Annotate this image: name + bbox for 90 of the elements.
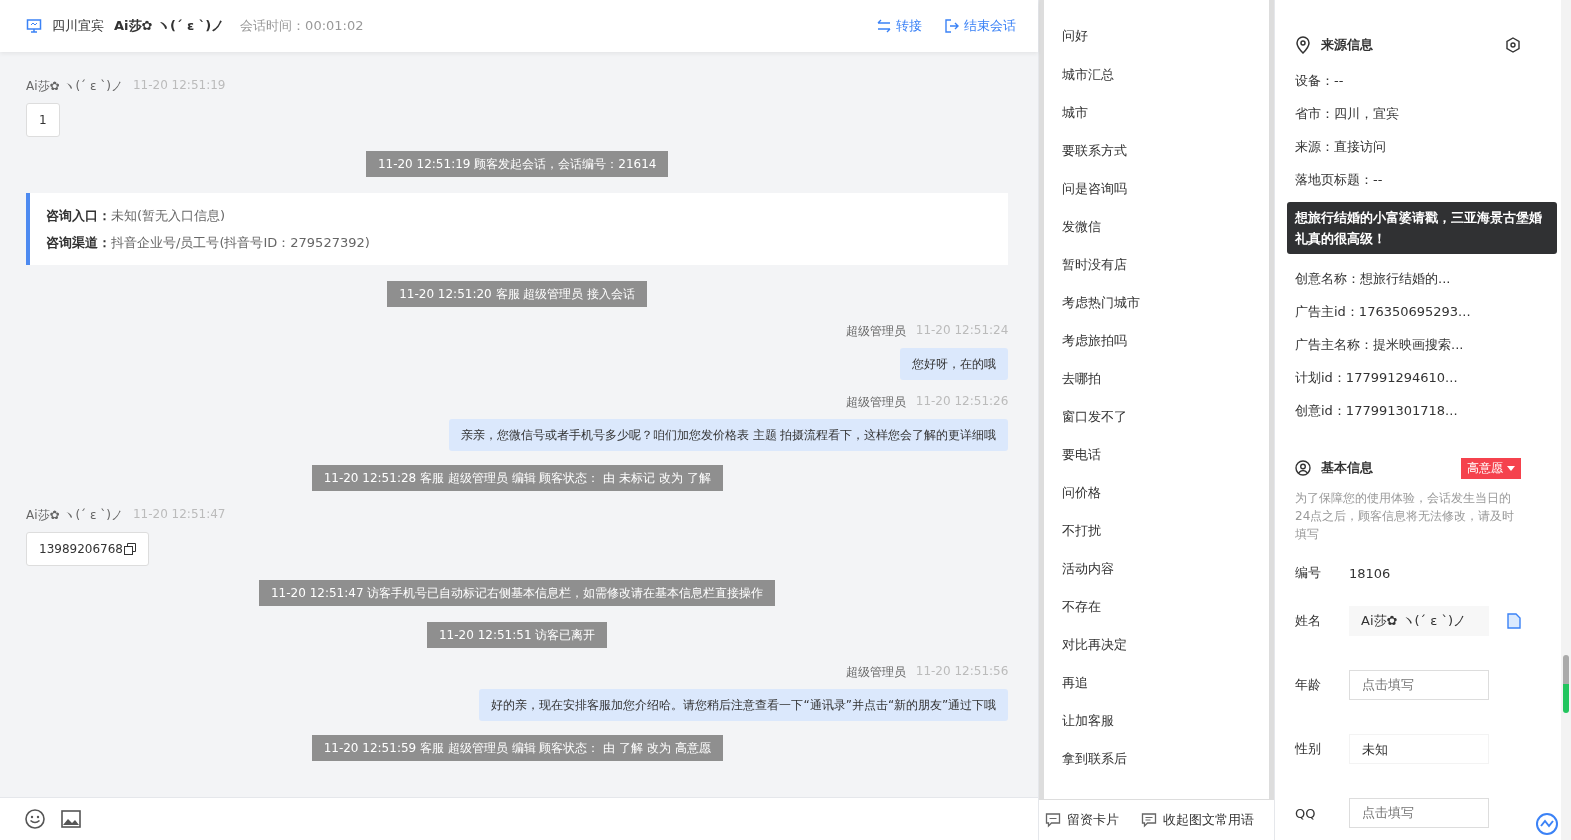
message-bubble: 亲亲，您微信号或者手机号多少呢？咱们加您发价格表 主题 拍摄流程看下，这样您会了解的更详细哦 [448,419,1009,451]
transfer-button[interactable]: 转接 [876,17,923,35]
field-label: 咨询渠道： [46,235,111,250]
field-value: 未知(暂无入口信息) [111,208,226,223]
message-time: 11-20 12:51:47 [132,507,226,523]
sender-name: Ai莎✿ ヽ(ˊ ε ˋ)ノ [26,507,123,524]
quick-reply-item[interactable]: 考虑热门城市 [1062,284,1269,322]
field-label: 姓名 [1295,612,1322,630]
field-value: 18106 [1349,565,1391,581]
sender-name: 超级管理员 [845,664,906,681]
select-field[interactable]: 未知 [1349,734,1489,764]
monitor-icon [26,18,42,34]
quick-reply-item[interactable]: 要电话 [1062,436,1269,474]
field-label: QQ [1295,805,1317,821]
system-notice: 11-20 12:51:47 访客手机号已自动标记右侧基本信息栏，如需修改请在基本信息栏直接操作 [258,580,776,606]
quick-reply-item[interactable]: 去哪拍 [1062,360,1269,398]
field-value: 抖音企业号/员工号(抖音号ID：279527392) [111,235,370,250]
info-text: 创意名称：想旅行结婚的... [1295,270,1452,288]
copy-icon[interactable] [124,543,136,555]
quick-reply-item[interactable]: 不存在 [1062,588,1269,626]
notice-text: 为了保障您的使用体验，会话发生当日的24点之后，顾客信息将无法修改，请及时填写 [1295,490,1516,543]
quick-reply-item[interactable]: 让加客服 [1062,702,1269,740]
quick-reply-item[interactable]: 城市汇总 [1062,56,1269,94]
input-field[interactable]: 点击填写 [1349,798,1489,828]
sender-name: Ai莎✿ ヽ(ˊ ε ˋ)ノ [26,78,123,95]
quick-reply-item[interactable]: 问是咨询吗 [1062,170,1269,208]
system-notice: 11-20 12:51:28 客服 超级管理员 编辑 顾客状态： 由 未标记 改为 了解 [311,465,723,491]
assistant-icon[interactable] [1535,812,1559,836]
status-dropdown[interactable]: 高意愿 [1461,457,1521,479]
field-label: 年龄 [1295,676,1322,694]
end-session-button[interactable]: 结束会话 [944,17,1017,35]
message-time: 11-20 12:51:19 [132,78,226,94]
quick-reply-item[interactable]: 城市 [1062,94,1269,132]
section-title: 来源信息 [1321,36,1373,54]
quick-reply-item[interactable]: 再追 [1062,664,1269,702]
message-bubble: 您好呀，在的哦 [900,348,1009,380]
info-text: 广告主名称：提米映画搜索... [1295,336,1465,354]
quick-reply-item[interactable]: 问价格 [1062,474,1269,512]
sender-name: 超级管理员 [845,323,906,340]
message-bubble: 1 [26,103,60,137]
field-label: 编号 [1295,564,1322,582]
message-bubble: 13989206768 [26,532,149,566]
field-label: 性别 [1295,740,1322,758]
info-text: 落地页标题：-- [1295,171,1384,189]
quick-reply-item[interactable]: 对比再决定 [1062,626,1269,664]
info-text: 广告主id：176350695293... [1295,303,1472,321]
quick-reply-item[interactable]: 活动内容 [1062,550,1269,588]
info-text: 省市：四川，宜宾 [1295,105,1400,123]
system-notice: 11-20 12:51:51 访客已离开 [426,622,608,648]
swap-icon [876,19,893,33]
tooltip: 想旅行结婚的小富婆请戳，三亚海景古堡婚礼真的很高级！ [1287,202,1557,254]
quick-reply-item[interactable]: 问好 [1062,18,1269,56]
location-pin-icon [1295,36,1311,54]
quick-reply-item[interactable]: 发微信 [1062,208,1269,246]
info-text: 设备：-- [1295,72,1345,90]
sender-name: 超级管理员 [845,394,906,411]
info-text: 创意id：177991301718... [1295,402,1459,420]
quick-reply-item[interactable]: 考虑旅拍吗 [1062,322,1269,360]
quick-reply-item[interactable]: 不打扰 [1062,512,1269,550]
system-notice: 11-20 12:51:59 客服 超级管理员 编辑 顾客状态： 由 了解 改为 高意愿 [311,735,723,761]
message-bubble: 好的亲，现在安排客服加您介绍哈。请您稍后注意查看一下“通讯录”并点击“新的朋友”通过下哦 [479,689,1009,721]
image-icon[interactable] [60,809,82,829]
message-time: 11-20 12:51:24 [915,323,1009,339]
info-card-button[interactable]: 留资卡片 [1045,811,1120,829]
collapse-button[interactable]: 收起图文常用语 [1141,811,1255,829]
info-text: 来源：直接访问 [1295,138,1387,156]
quick-reply-item[interactable]: 拿到联系后 [1062,740,1269,778]
settings-icon[interactable] [1505,37,1521,53]
emoji-icon[interactable] [24,808,46,830]
session-time: 会话时间：00:01:02 [240,17,364,35]
quick-reply-item[interactable]: 要联系方式 [1062,132,1269,170]
message-icon [1045,812,1062,828]
field-label: 咨询入口： [46,208,111,223]
location-label: 四川宜宾 [52,17,104,35]
message-time: 11-20 12:51:26 [915,394,1009,410]
user-circle-icon [1295,460,1311,476]
caret-icon [1507,465,1515,471]
quick-reply-item[interactable]: 窗口发不了 [1062,398,1269,436]
message-icon [1141,812,1158,828]
message-time: 11-20 12:51:56 [915,664,1009,680]
quick-reply-item[interactable]: 暂时没有店 [1062,246,1269,284]
name-field: Ai莎✿ ヽ(ˊ ε ˋ)ノ [1349,606,1489,636]
scrollbar[interactable] [1563,655,1569,713]
section-title: 基本信息 [1321,459,1373,477]
system-notice: 11-20 12:51:19 顾客发起会话，会话编号：21614 [365,151,669,177]
exit-icon [944,19,961,33]
info-text: 计划id：177991294610... [1295,369,1459,387]
system-notice: 11-20 12:51:20 客服 超级管理员 接入会话 [387,281,648,307]
visitor-name: Ai莎✿ ヽ(ˊ ε ˋ)ノ [114,17,225,35]
input-field[interactable]: 点击填写 [1349,670,1489,700]
